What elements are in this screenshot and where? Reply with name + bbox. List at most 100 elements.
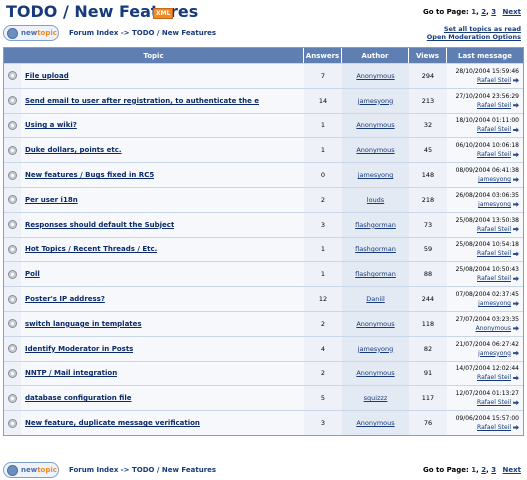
mark-all-read-link[interactable]: Set all topics as read xyxy=(427,25,521,33)
go-to-last-post-icon[interactable] xyxy=(513,375,519,381)
go-to-last-post-icon[interactable] xyxy=(513,77,519,83)
answers-count: 14 xyxy=(304,88,342,113)
author-link[interactable]: jamesyong xyxy=(358,345,394,353)
author-link[interactable]: flashgorman xyxy=(355,270,396,278)
author-link[interactable]: jamesyong xyxy=(358,171,394,179)
last-poster-link[interactable]: Rafael Steil xyxy=(477,125,511,134)
author-link[interactable]: Anonymous xyxy=(356,146,394,154)
author-link[interactable]: jamesyong xyxy=(358,97,394,105)
topic-link[interactable]: Poll xyxy=(25,270,40,278)
topic-link[interactable]: NNTP / Mail integration xyxy=(25,369,117,377)
topic-folder-icon xyxy=(8,418,17,428)
new-topic-button[interactable]: new topic xyxy=(3,25,59,41)
last-poster-link[interactable]: Rafael Steil xyxy=(477,76,511,85)
open-moderation-link[interactable]: Open Moderation Options xyxy=(427,33,521,41)
breadcrumb-bottom[interactable]: Forum Index -> TODO / New Features xyxy=(69,466,216,474)
go-to-last-post-icon[interactable] xyxy=(513,325,519,331)
last-poster-link[interactable]: jamesyong xyxy=(478,349,511,358)
table-row: switch language in templates 2 Anonymous 11… xyxy=(4,310,523,336)
last-poster: Rafael Steil xyxy=(477,274,519,283)
last-poster-link[interactable]: Rafael Steil xyxy=(477,225,511,234)
author-cell: Anonymous xyxy=(342,311,409,336)
last-poster-link[interactable]: jamesyong xyxy=(478,299,511,308)
answers-count: 2 xyxy=(304,361,342,386)
go-to-last-post-icon[interactable] xyxy=(513,425,519,431)
author-cell: Anonymous xyxy=(342,361,409,386)
topic-status-cell xyxy=(4,386,21,411)
table-row: NNTP / Mail integration 2 Anonymous 91 14/07… xyxy=(4,360,523,386)
author-link[interactable]: Anonymous xyxy=(356,419,394,427)
page-link-3[interactable]: 3 xyxy=(491,8,496,16)
topic-link[interactable]: Duke dollars, points etc. xyxy=(25,146,122,154)
go-to-last-post-icon[interactable] xyxy=(513,400,519,406)
author-link[interactable]: squizzz xyxy=(364,394,388,402)
next-page-link[interactable]: Next xyxy=(503,466,521,474)
go-to-last-post-icon[interactable] xyxy=(513,276,519,282)
last-message-date: 12/07/2004 01:13:27 xyxy=(455,390,519,398)
last-poster-link[interactable]: Rafael Steil xyxy=(477,398,511,407)
page-link-3[interactable]: 3 xyxy=(491,466,496,474)
topic-link[interactable]: switch language in templates xyxy=(25,320,142,328)
author-link[interactable]: flashgorman xyxy=(355,245,396,253)
last-poster-link[interactable]: Anonymous xyxy=(476,324,511,333)
last-poster-link[interactable]: jamesyong xyxy=(478,175,511,184)
author-link[interactable]: Anonymous xyxy=(356,72,394,80)
last-poster-link[interactable]: Rafael Steil xyxy=(477,249,511,258)
topic-link[interactable]: Send email to user after registration, t… xyxy=(25,97,259,105)
topic-link[interactable]: Using a wiki? xyxy=(25,121,77,129)
topic-link[interactable]: database configuration file xyxy=(25,394,132,402)
next-page-link[interactable]: Next xyxy=(503,8,521,16)
author-link[interactable]: Daniil xyxy=(366,295,385,303)
topic-status-cell xyxy=(4,212,21,237)
topic-link[interactable]: Identify Moderator in Posts xyxy=(25,345,133,353)
author-link[interactable]: Anonymous xyxy=(356,369,394,377)
topic-status-cell xyxy=(4,336,21,361)
last-message-cell: 18/10/2004 01:11:00 Rafael Steil xyxy=(447,113,523,138)
last-message-cell: 07/08/2004 02:37:45 jamesyong xyxy=(447,287,523,311)
page-sep: , xyxy=(486,466,489,474)
topic-folder-icon xyxy=(8,96,17,106)
topic-link[interactable]: Responses should default the Subject xyxy=(25,221,174,229)
go-to-last-post-icon[interactable] xyxy=(513,102,519,108)
topic-link[interactable]: File upload xyxy=(25,72,69,80)
go-to-last-post-icon[interactable] xyxy=(513,177,519,183)
last-message-date: 08/09/2004 06:41:38 xyxy=(455,167,519,175)
author-link[interactable]: Anonymous xyxy=(356,320,394,328)
breadcrumb[interactable]: Forum Index -> TODO / New Features xyxy=(69,29,216,37)
last-poster-link[interactable]: jamesyong xyxy=(478,200,511,209)
topic-link[interactable]: New feature, duplicate message verificat… xyxy=(25,419,200,427)
last-message-date: 25/08/2004 10:54:18 xyxy=(455,241,519,249)
last-poster-link[interactable]: Rafael Steil xyxy=(477,373,511,382)
views-count: 218 xyxy=(409,187,447,212)
topic-cell: Send email to user after registration, t… xyxy=(21,88,304,113)
topic-link[interactable]: Hot Topics / Recent Threads / Etc. xyxy=(25,245,157,253)
last-poster-link[interactable]: Rafael Steil xyxy=(477,101,511,110)
author-cell: jamesyong xyxy=(342,88,409,113)
last-message-date: 18/10/2004 01:11:00 xyxy=(455,117,519,125)
new-topic-button-bottom[interactable]: new topic xyxy=(3,462,59,478)
topic-status-cell xyxy=(4,262,21,287)
topic-link[interactable]: Per user i18n xyxy=(25,196,78,204)
go-to-last-post-icon[interactable] xyxy=(513,152,519,158)
go-to-last-post-icon[interactable] xyxy=(513,301,519,307)
new-topic-label-prefix: new xyxy=(21,466,38,474)
go-to-last-post-icon[interactable] xyxy=(513,251,519,257)
go-to-last-post-icon[interactable] xyxy=(513,201,519,207)
author-link[interactable]: Anonymous xyxy=(356,121,394,129)
table-row: database configuration file 5 squizzz 117 12… xyxy=(4,385,523,411)
topic-status-cell xyxy=(4,113,21,138)
go-to-last-post-icon[interactable] xyxy=(513,350,519,356)
page-sep: , xyxy=(476,8,479,16)
go-to-last-post-icon[interactable] xyxy=(513,226,519,232)
go-to-last-post-icon[interactable] xyxy=(513,127,519,133)
last-poster-link[interactable]: Rafael Steil xyxy=(477,423,511,432)
last-poster-link[interactable]: Rafael Steil xyxy=(477,150,511,159)
topic-link[interactable]: Poster's IP address? xyxy=(25,295,105,303)
xml-feed-badge[interactable]: XML xyxy=(153,8,174,19)
answers-count: 3 xyxy=(304,411,342,435)
last-poster-link[interactable]: Rafael Steil xyxy=(477,274,511,283)
topic-link[interactable]: New features / Bugs fixed in RC5 xyxy=(25,171,154,179)
author-link[interactable]: flashgorman xyxy=(355,221,396,229)
author-link[interactable]: louds xyxy=(367,196,384,204)
topic-cell: Using a wiki? xyxy=(21,113,304,138)
